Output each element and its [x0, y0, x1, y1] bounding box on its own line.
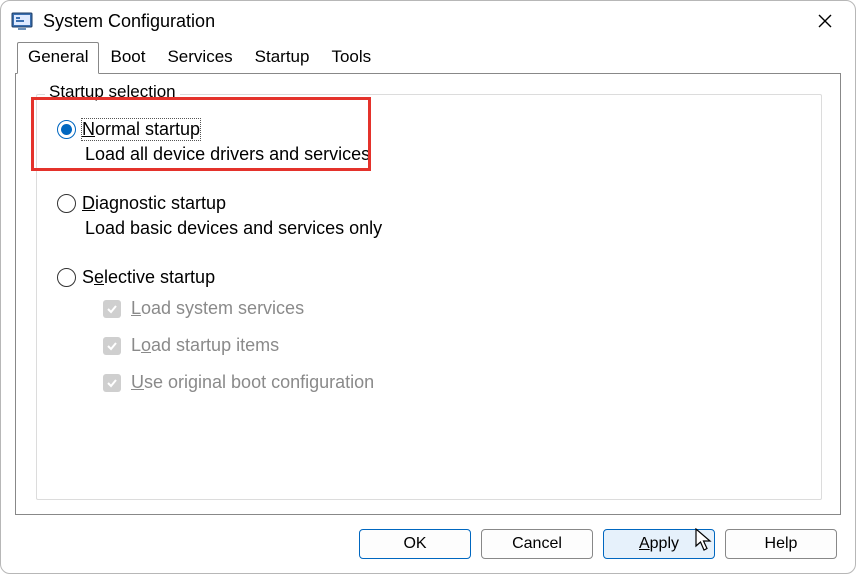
- help-button[interactable]: Help: [725, 529, 837, 559]
- tab-tools[interactable]: Tools: [320, 42, 382, 74]
- cancel-button[interactable]: Cancel: [481, 529, 593, 559]
- label-load-startup-items: Load startup items: [131, 335, 279, 356]
- label-normal-startup[interactable]: Normal startup: [82, 119, 200, 140]
- radio-diagnostic-startup[interactable]: [57, 194, 76, 213]
- startup-selection-group: Startup selection Normal startup Load al…: [36, 94, 822, 500]
- tab-boot[interactable]: Boot: [99, 42, 156, 74]
- tab-startup[interactable]: Startup: [244, 42, 321, 74]
- sub-load-startup-items: Load startup items: [103, 335, 807, 356]
- ok-button[interactable]: OK: [359, 529, 471, 559]
- checkbox-use-original-boot: [103, 374, 121, 392]
- radio-selective-startup[interactable]: [57, 268, 76, 287]
- tab-strip: General Boot Services Startup Tools: [17, 41, 841, 73]
- option-diagnostic-startup: Diagnostic startup Load basic devices an…: [57, 193, 807, 239]
- app-icon: [11, 10, 33, 32]
- tabpanel-general: Startup selection Normal startup Load al…: [15, 73, 841, 515]
- desc-normal-startup: Load all device drivers and services: [85, 144, 807, 165]
- radio-normal-startup[interactable]: [57, 120, 76, 139]
- dialog-button-row: OK Cancel Apply Help: [15, 515, 841, 559]
- desc-diagnostic-startup: Load basic devices and services only: [85, 218, 807, 239]
- titlebar: System Configuration: [1, 1, 855, 41]
- close-button[interactable]: [803, 5, 847, 37]
- checkbox-load-startup-items: [103, 337, 121, 355]
- option-selective-startup: Selective startup Load system services: [57, 267, 807, 393]
- tab-services[interactable]: Services: [156, 42, 243, 74]
- sub-use-original-boot: Use original boot configuration: [103, 372, 807, 393]
- tab-general[interactable]: General: [17, 42, 99, 74]
- label-load-system-services: Load system services: [131, 298, 304, 319]
- sub-load-system-services: Load system services: [103, 298, 807, 319]
- client-area: General Boot Services Startup Tools Star…: [1, 41, 855, 573]
- label-use-original-boot: Use original boot configuration: [131, 372, 374, 393]
- apply-button[interactable]: Apply: [603, 529, 715, 559]
- label-selective-startup[interactable]: Selective startup: [82, 267, 215, 288]
- label-diagnostic-startup[interactable]: Diagnostic startup: [82, 193, 226, 214]
- window-title: System Configuration: [43, 11, 215, 32]
- group-legend: Startup selection: [45, 82, 180, 102]
- selective-subopts: Load system services Load startup items: [103, 298, 807, 393]
- option-normal-startup: Normal startup Load all device drivers a…: [57, 119, 807, 165]
- msconfig-window: System Configuration General Boot Servic…: [0, 0, 856, 574]
- checkbox-load-system-services: [103, 300, 121, 318]
